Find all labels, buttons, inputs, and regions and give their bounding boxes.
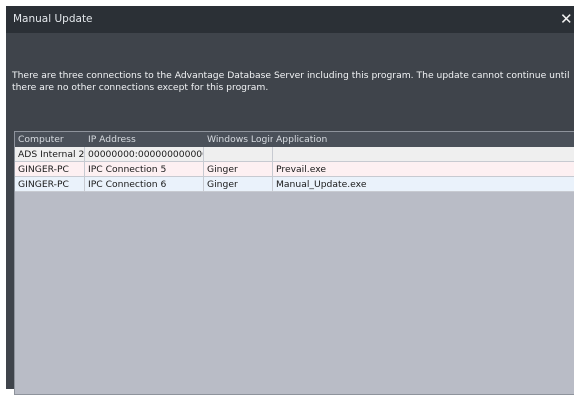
column-header-computer[interactable]: Computer [15,132,85,147]
cell-windows-login: Ginger [204,177,273,192]
connections-message: There are three connections to the Advan… [12,70,570,93]
cell-application: Manual_Update.exe [273,177,574,192]
cell-application: Prevail.exe [273,162,574,177]
grid-header: Computer IP Address Windows Login Applic… [15,132,574,147]
column-header-windows-login[interactable]: Windows Login [204,132,273,147]
cell-ip-address: IPC Connection 6 [85,177,204,192]
table-row[interactable]: GINGER-PC IPC Connection 6 Ginger Manual… [15,177,574,192]
cell-ip-address: IPC Connection 5 [85,162,204,177]
window-title: Manual Update [13,13,93,25]
cell-application [273,147,574,162]
title-bar[interactable]: Manual Update ✕ [6,6,574,33]
cell-windows-login [204,147,273,162]
table-row[interactable]: GINGER-PC IPC Connection 5 Ginger Prevai… [15,162,574,177]
table-row[interactable]: ADS Internal 2 00000000:000000000000 [15,147,574,162]
cell-computer: ADS Internal 2 [15,147,85,162]
connections-grid: Computer IP Address Windows Login Applic… [14,131,574,395]
cell-computer: GINGER-PC [15,177,85,192]
column-header-ip-address[interactable]: IP Address [85,132,204,147]
column-header-application[interactable]: Application [273,132,574,147]
cell-windows-login: Ginger [204,162,273,177]
manual-update-window: Manual Update ✕ There are three connecti… [6,6,574,395]
cell-ip-address: 00000000:000000000000 [85,147,204,162]
cell-computer: GINGER-PC [15,162,85,177]
close-icon[interactable]: ✕ [560,9,574,29]
